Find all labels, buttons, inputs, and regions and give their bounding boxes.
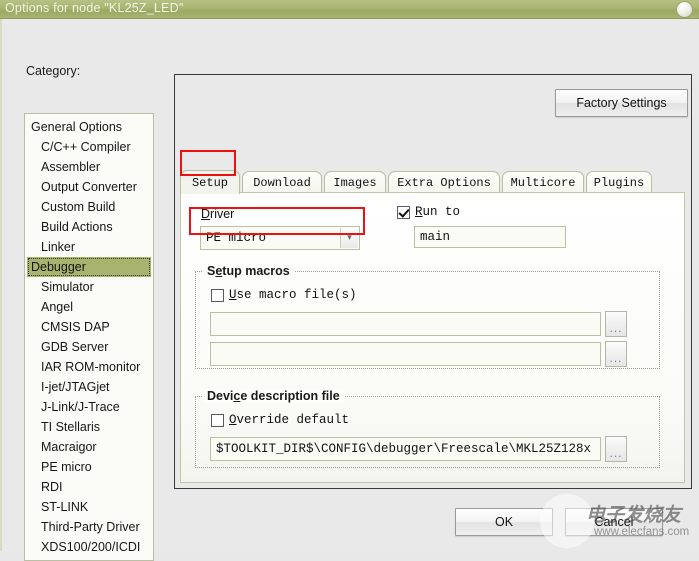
sidebar-item-cmsis-dap[interactable]: CMSIS DAP xyxy=(25,317,153,337)
tab-download[interactable]: Download xyxy=(242,171,322,193)
close-icon[interactable] xyxy=(676,1,693,18)
tab-setup[interactable]: Setup xyxy=(180,170,240,194)
driver-label: Driver xyxy=(201,207,235,221)
sidebar-item-build-actions[interactable]: Build Actions xyxy=(25,217,153,237)
sidebar-item-gdb-server[interactable]: GDB Server xyxy=(25,337,153,357)
use-macro-row[interactable]: Use macro file(s) xyxy=(211,288,357,302)
category-label: Category: xyxy=(26,64,81,78)
sidebar-item-macraigor[interactable]: Macraigor xyxy=(25,437,153,457)
override-default-label: Override default xyxy=(229,413,350,427)
tab-images[interactable]: Images xyxy=(324,171,386,193)
factory-settings-button[interactable]: Factory Settings xyxy=(555,89,688,117)
sidebar-item-c-c-compiler[interactable]: C/C++ Compiler xyxy=(25,137,153,157)
run-to-value: main xyxy=(420,230,451,244)
cancel-button[interactable]: Cancel xyxy=(565,508,663,536)
macro-file-2-input[interactable] xyxy=(210,342,601,366)
sidebar-item-custom-build[interactable]: Custom Build xyxy=(25,197,153,217)
run-to-label: Run to xyxy=(415,205,461,219)
window-title: Options for node "KL25Z_LED" xyxy=(5,1,184,15)
sidebar-item-ti-stellaris[interactable]: TI Stellaris xyxy=(25,417,153,437)
sidebar-item-debugger[interactable]: Debugger xyxy=(27,257,151,277)
category-list[interactable]: General Options C/C++ Compiler Assembler Ou… xyxy=(24,113,154,561)
tab-strip[interactable]: Setup Download Images Extra Options Multicor… xyxy=(180,170,685,194)
options-dialog: Category: General Options C/C++ Compiler A… xyxy=(0,19,699,561)
sidebar-item-angel[interactable]: Angel xyxy=(25,297,153,317)
sidebar-item-output-converter[interactable]: Output Converter xyxy=(25,177,153,197)
device-description-title: Device description file xyxy=(203,389,344,403)
macro-file-1-input[interactable] xyxy=(210,312,601,336)
device-description-path-input[interactable]: $TOOLKIT_DIR$\CONFIG\debugger\Freescale\… xyxy=(210,437,601,461)
setup-tab-page: Driver PE micro ▾ Run to main Setup macr… xyxy=(180,193,685,483)
sidebar-item-pe-micro[interactable]: PE micro xyxy=(25,457,153,477)
run-to-input[interactable]: main xyxy=(414,226,566,248)
use-macro-checkbox[interactable] xyxy=(211,288,224,302)
sidebar-item-rdi[interactable]: RDI xyxy=(25,477,153,497)
device-description-path-value: $TOOLKIT_DIR$\CONFIG\debugger\Freescale\… xyxy=(216,442,592,456)
driver-combobox[interactable]: PE micro ▾ xyxy=(200,226,360,250)
driver-value: PE micro xyxy=(206,231,267,245)
sidebar-item-xds100-200-icdi[interactable]: XDS100/200/ICDI xyxy=(25,537,153,557)
sidebar-item-st-link[interactable]: ST-LINK xyxy=(25,497,153,517)
sidebar-item-i-jet-jtagjet[interactable]: I-jet/JTAGjet xyxy=(25,377,153,397)
sidebar-item-iar-rom-monitor[interactable]: IAR ROM-monitor xyxy=(25,357,153,377)
sidebar-item-simulator[interactable]: Simulator xyxy=(25,277,153,297)
override-default-row[interactable]: Override default xyxy=(211,413,349,427)
tab-plugins[interactable]: Plugins xyxy=(586,171,652,193)
sidebar-item-general-options[interactable]: General Options xyxy=(25,117,153,137)
ok-button[interactable]: OK xyxy=(455,508,553,536)
driver-label-rest: river xyxy=(210,207,235,221)
macro-file-1-browse-button[interactable]: ... xyxy=(605,311,627,337)
macro-file-2-browse-button[interactable]: ... xyxy=(605,341,627,367)
use-macro-label: Use macro file(s) xyxy=(229,288,357,302)
tab-extra-options[interactable]: Extra Options xyxy=(388,171,500,193)
override-default-checkbox[interactable] xyxy=(211,413,224,427)
device-description-browse-button[interactable]: ... xyxy=(605,436,627,462)
chevron-down-icon[interactable]: ▾ xyxy=(340,228,358,248)
sidebar-item-assembler[interactable]: Assembler xyxy=(25,157,153,177)
run-to-row[interactable]: Run to xyxy=(397,205,460,219)
sidebar-item-third-party-driver[interactable]: Third-Party Driver xyxy=(25,517,153,537)
sidebar-item-j-link-j-trace[interactable]: J-Link/J-Trace xyxy=(25,397,153,417)
window-titlebar: Options for node "KL25Z_LED" xyxy=(0,0,699,19)
run-to-checkbox[interactable] xyxy=(397,205,410,219)
sidebar-item-linker[interactable]: Linker xyxy=(25,237,153,257)
tab-multicore[interactable]: Multicore xyxy=(502,171,584,193)
setup-macros-title: Setup macros xyxy=(203,264,294,278)
